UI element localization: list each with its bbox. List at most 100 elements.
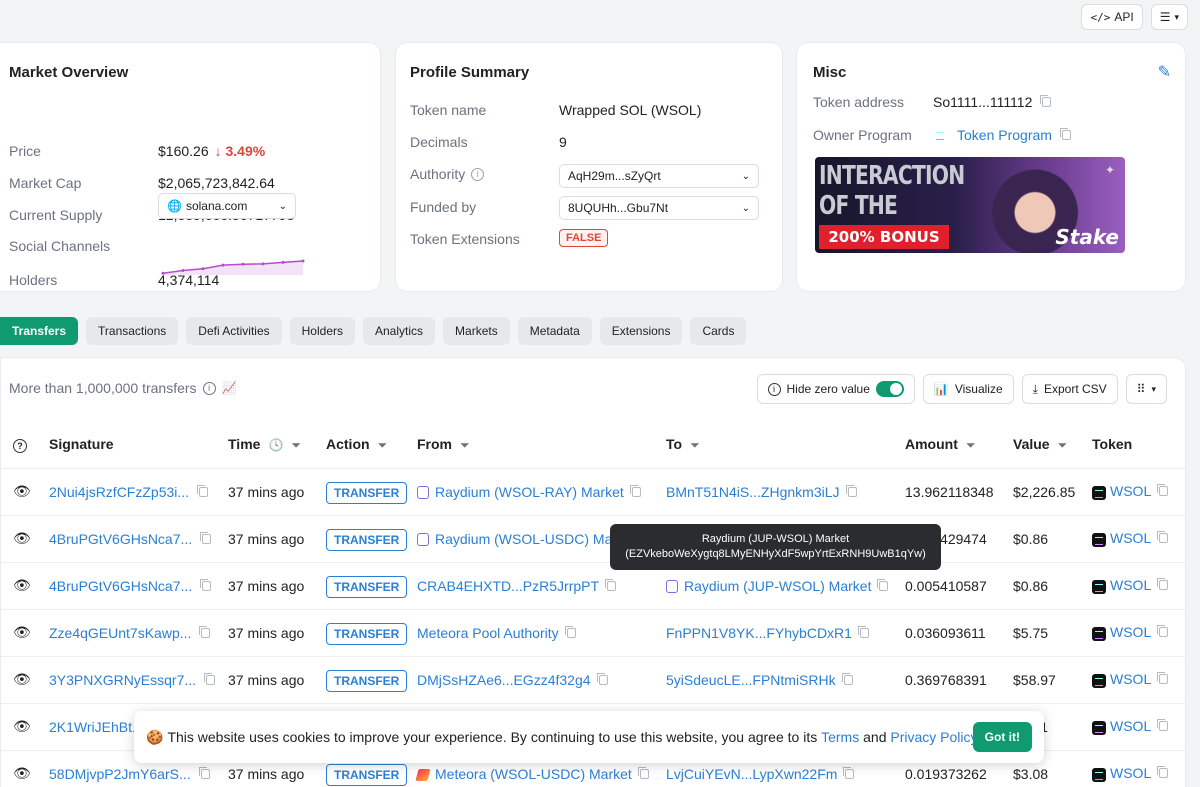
action-badge: TRANSFER <box>326 622 408 645</box>
funded-select[interactable]: 8UQUHh...Gbu7Nt ⌄ <box>559 196 759 220</box>
api-button[interactable]: </> API <box>1081 4 1143 30</box>
from-link[interactable]: Meteora (WSOL-USDC) Market <box>435 766 632 782</box>
copy-icon[interactable] <box>1157 625 1169 638</box>
copy-icon[interactable] <box>843 766 855 779</box>
copy-icon[interactable] <box>1157 766 1169 779</box>
advertisement-banner[interactable]: INTERACTION OF THE FUTURE 200% BONUS Sta… <box>815 157 1125 253</box>
from-link[interactable]: Raydium (WSOL-USDC) Market <box>435 531 636 547</box>
token-link[interactable]: WSOL <box>1110 671 1151 687</box>
signature-link[interactable]: Zze4qGEUnt7sKawp... <box>49 625 191 641</box>
table-header-row: ? Signature Time 🕓 ⏷ Action ⏷ From ⏷ To ⏷ Amo… <box>1 421 1187 469</box>
copy-icon[interactable] <box>857 625 869 638</box>
eye-icon[interactable]: 👁 <box>13 765 31 781</box>
tab-transfers[interactable]: Transfers <box>0 317 79 345</box>
to-link[interactable]: Raydium (JUP-WSOL) Market <box>684 578 871 594</box>
filter-icon[interactable]: ⏷ <box>966 438 976 453</box>
copy-icon[interactable] <box>637 766 649 779</box>
to-link[interactable]: FnPPN1V8YK...FYhybCDxR1 <box>666 625 852 641</box>
to-link[interactable]: BMnT51N4iS...ZHgnkm3iLJ <box>666 484 840 500</box>
hide-zero-toggle-button[interactable]: i Hide zero value <box>756 374 915 404</box>
eye-icon[interactable]: 👁 <box>13 624 31 640</box>
eye-icon[interactable]: 👁 <box>13 718 31 734</box>
filter-icon[interactable]: ⏷ <box>1058 438 1068 453</box>
to-link[interactable]: 5yiSdeucLE...FPNtmiSRHk <box>666 672 836 688</box>
filter-icon[interactable]: ⏷ <box>690 438 700 453</box>
sparkline-point <box>201 267 205 271</box>
token-link[interactable]: WSOL <box>1110 718 1151 734</box>
help-column-header: ? <box>1 421 49 469</box>
eye-icon[interactable]: 👁 <box>13 577 31 593</box>
signature-link[interactable]: 4BruPGtV6GHsNca7... <box>49 578 192 594</box>
from-link[interactable]: CRAB4EHXTD...PzR5JrrpPT <box>417 578 599 594</box>
time-cell: 37 mins ago <box>228 562 326 610</box>
from-link[interactable]: Raydium (WSOL-RAY) Market <box>435 484 624 500</box>
copy-icon[interactable] <box>200 531 212 544</box>
from-link[interactable]: DMjSsHZAe6...EGzz4f32g4 <box>417 672 591 688</box>
copy-icon[interactable] <box>596 672 608 685</box>
filter-icon[interactable]: ⏷ <box>378 438 388 453</box>
tab-analytics[interactable]: Analytics <box>363 317 436 345</box>
visualize-button[interactable]: 📊 Visualize <box>922 374 1014 404</box>
hide-zero-toggle[interactable] <box>875 381 904 397</box>
copy-icon[interactable] <box>197 484 209 497</box>
tab-extensions[interactable]: Extensions <box>599 317 683 345</box>
wsol-icon <box>1092 532 1106 547</box>
copy-icon[interactable] <box>1157 672 1169 685</box>
cookie-and: and <box>863 729 887 745</box>
copy-icon[interactable] <box>605 578 617 591</box>
clock-icon[interactable]: 🕓 <box>268 438 283 452</box>
token-link[interactable]: WSOL <box>1110 483 1151 499</box>
tab-cards[interactable]: Cards <box>690 317 747 345</box>
to-link[interactable]: LvjCuiYEvN...LypXwn22Fm <box>666 766 837 782</box>
filter-icon[interactable]: ⏷ <box>460 438 470 453</box>
signature-link[interactable]: 4BruPGtV6GHsNca7... <box>49 531 192 547</box>
copy-icon[interactable] <box>198 766 210 779</box>
copy-icon[interactable] <box>564 625 576 638</box>
copy-icon[interactable] <box>1157 578 1169 591</box>
from-link[interactable]: Meteora Pool Authority <box>417 625 559 641</box>
copy-icon[interactable] <box>204 672 216 685</box>
signature-link[interactable]: 58DMjvpP2JmY6arS... <box>49 766 191 782</box>
chart-icon[interactable]: 📈 <box>222 381 237 395</box>
copy-icon[interactable] <box>1040 95 1052 107</box>
edit-icon[interactable]: ✎ <box>1158 62 1171 82</box>
social-select[interactable]: 🌐 solana.com ⌄ <box>158 193 296 219</box>
token-link[interactable]: WSOL <box>1110 577 1151 593</box>
tab-holders[interactable]: Holders <box>289 317 355 345</box>
eye-icon[interactable]: 👁 <box>13 671 31 687</box>
copy-icon[interactable] <box>629 484 641 497</box>
copy-icon[interactable] <box>200 578 212 591</box>
terms-link[interactable]: Terms <box>821 729 859 745</box>
copy-icon[interactable] <box>841 672 853 685</box>
holders-row: Holders 4,374,114 <box>9 272 219 288</box>
signature-link[interactable]: 2K1WriJEhBt... <box>49 719 144 735</box>
token-link[interactable]: WSOL <box>1110 624 1151 640</box>
copy-icon[interactable] <box>1157 719 1169 732</box>
signature-link[interactable]: 3Y3PNXGRNyEssqr7... <box>49 672 196 688</box>
owner-program-link[interactable]: Token Program <box>957 127 1052 143</box>
authority-select[interactable]: AqH29m...sZyQrt ⌄ <box>559 164 759 188</box>
tab-markets[interactable]: Markets <box>443 317 510 345</box>
got-it-button[interactable]: Got it! <box>972 722 1032 752</box>
columns-menu-button[interactable]: ⠿ ▾ <box>1125 374 1167 404</box>
tab-defi-activities[interactable]: Defi Activities <box>186 317 282 345</box>
copy-icon[interactable] <box>1157 484 1169 497</box>
eye-icon[interactable]: 👁 <box>13 483 31 499</box>
privacy-policy-link[interactable]: Privacy Policy. <box>890 729 980 745</box>
token-link[interactable]: WSOL <box>1110 530 1151 546</box>
help-icon[interactable]: ? <box>13 438 27 453</box>
copy-icon[interactable] <box>877 578 889 591</box>
copy-icon[interactable] <box>845 484 857 497</box>
token-link[interactable]: WSOL <box>1110 765 1151 781</box>
copy-icon[interactable] <box>1157 531 1169 544</box>
signature-link[interactable]: 2Nui4jsRzfCFzZp53i... <box>49 484 189 500</box>
export-csv-button[interactable]: ⤓ Export CSV <box>1021 374 1118 404</box>
list-menu-button[interactable]: ☰ ▾ <box>1150 4 1188 30</box>
copy-icon[interactable] <box>1059 128 1071 140</box>
tab-metadata[interactable]: Metadata <box>517 317 592 345</box>
action-header: Action ⏷ <box>326 421 417 469</box>
tab-transactions[interactable]: Transactions <box>86 317 179 345</box>
copy-icon[interactable] <box>199 625 211 638</box>
eye-icon[interactable]: 👁 <box>13 530 31 546</box>
filter-icon[interactable]: ⏷ <box>291 438 301 453</box>
